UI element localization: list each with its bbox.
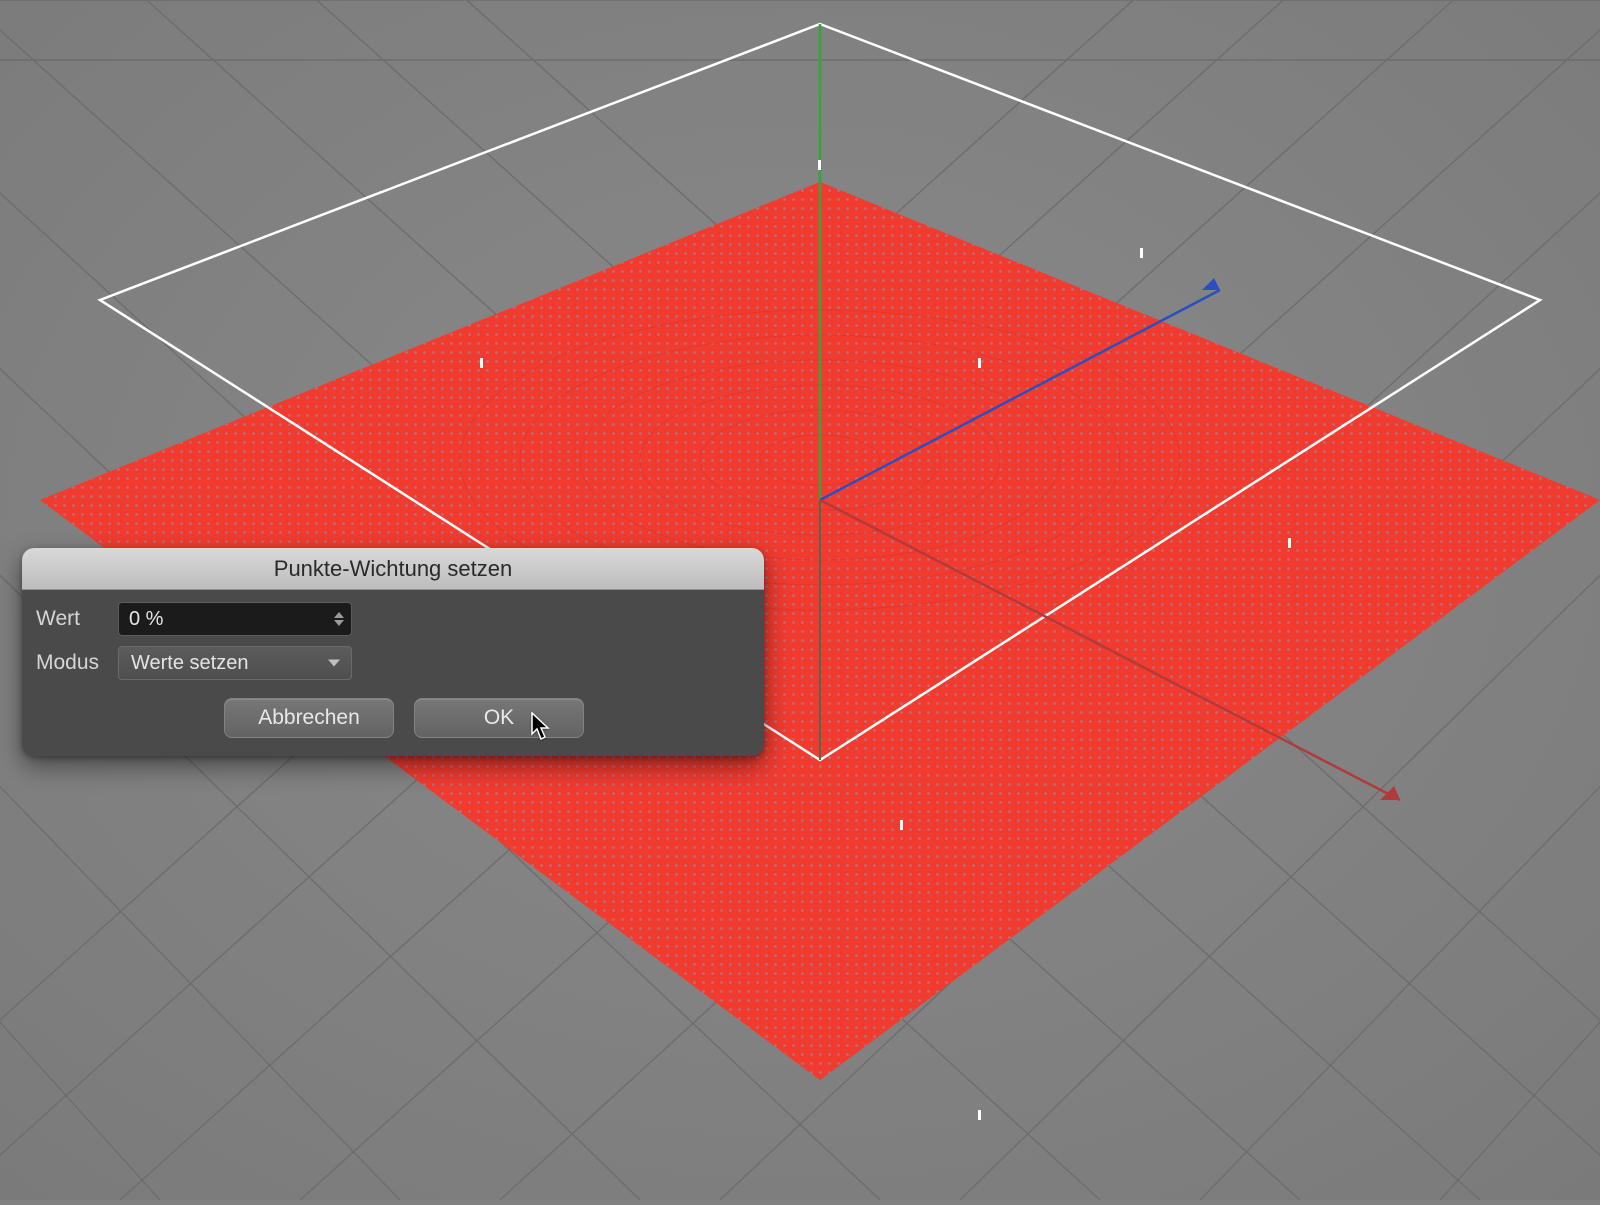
modus-label: Modus — [32, 651, 118, 675]
wert-stepper[interactable] — [330, 602, 348, 636]
chevron-up-icon — [334, 612, 344, 618]
ok-button[interactable]: OK — [414, 698, 584, 738]
modus-select[interactable]: Werte setzen — [118, 646, 352, 680]
wert-label: Wert — [32, 607, 118, 631]
dialog-title: Punkte-Wichtung setzen — [22, 548, 764, 590]
modus-select-value: Werte setzen — [131, 652, 248, 675]
chevron-down-icon — [334, 620, 344, 626]
set-point-weight-dialog: Punkte-Wichtung setzen Wert Modus Werte … — [22, 548, 764, 756]
wert-input[interactable] — [118, 602, 352, 636]
cancel-button[interactable]: Abbrechen — [224, 698, 394, 738]
chevron-down-icon — [328, 660, 340, 667]
